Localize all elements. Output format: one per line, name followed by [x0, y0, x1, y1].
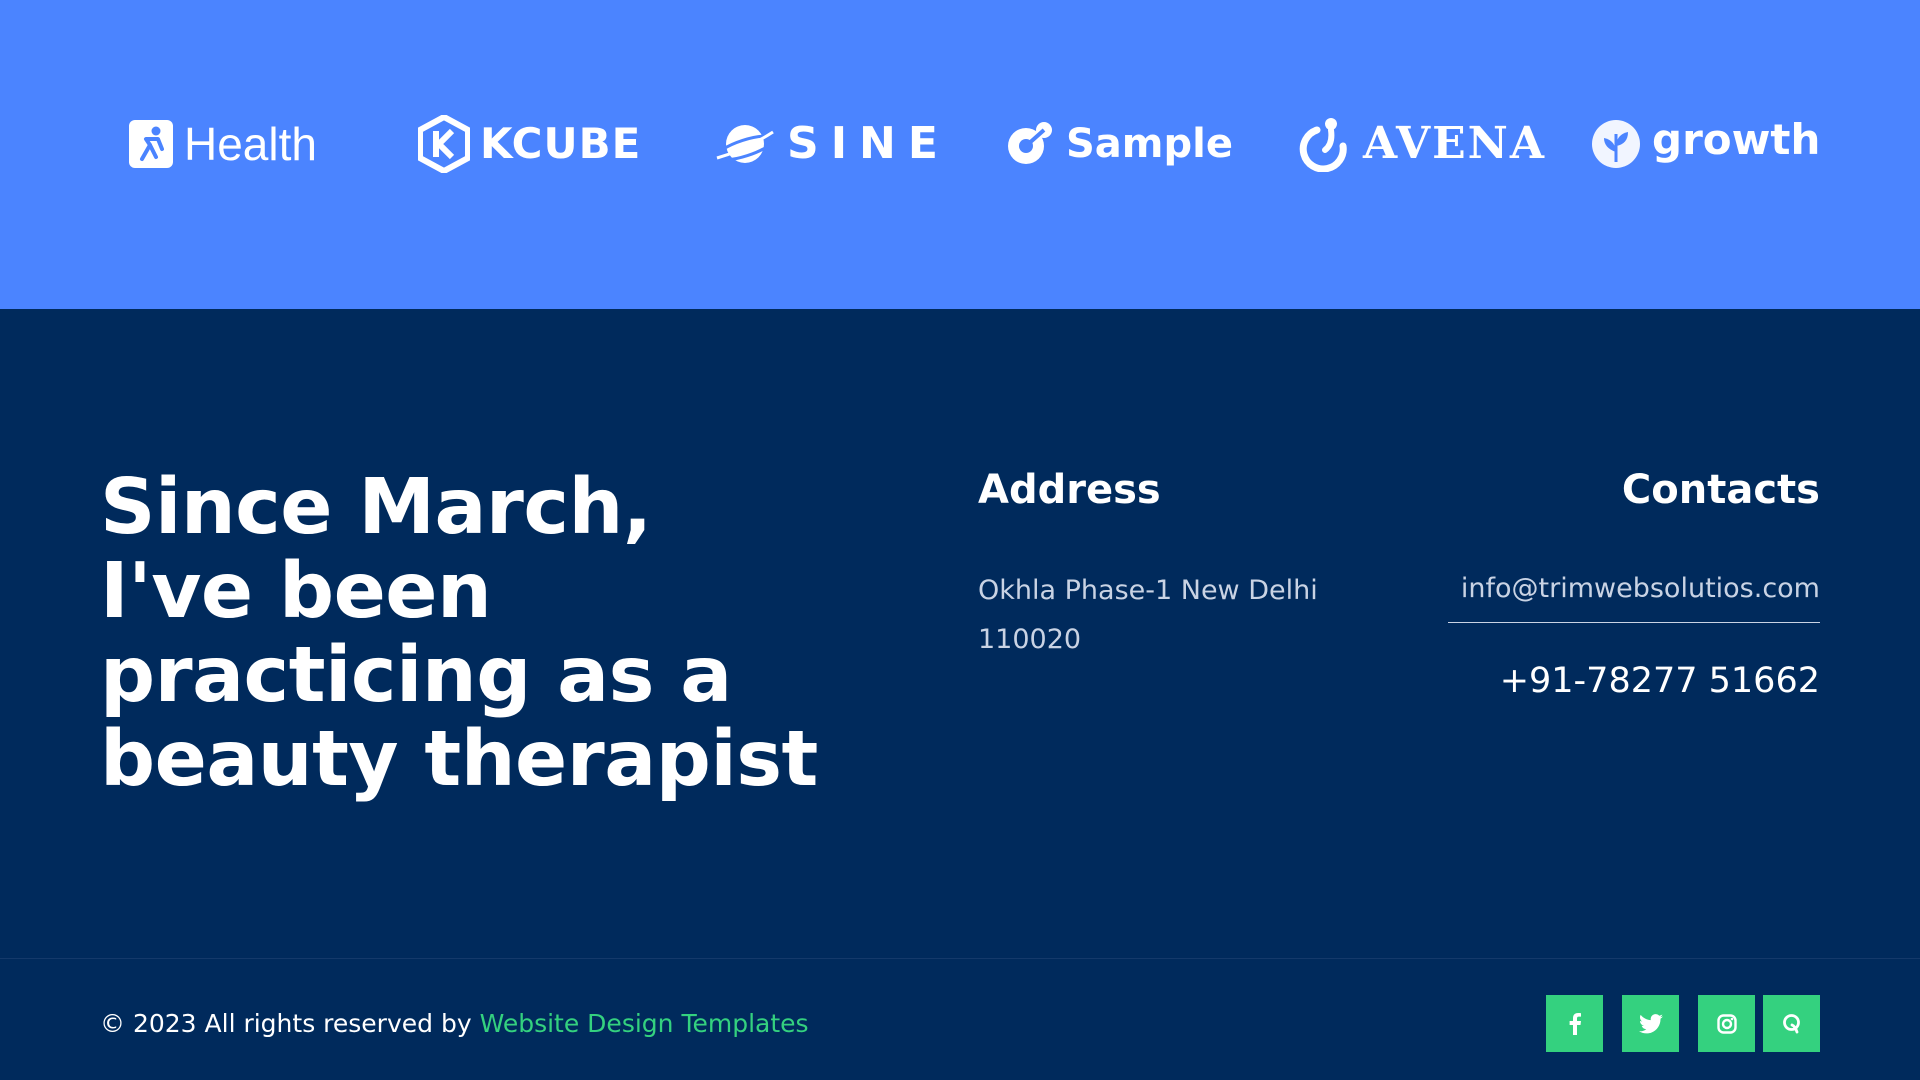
logo-sine: SINE: [713, 112, 950, 176]
email-link[interactable]: info@trimwebsolutios.com: [1448, 566, 1820, 623]
copyright-text: © 2023 All rights reserved by: [100, 1009, 480, 1038]
logo-health: Health: [128, 112, 317, 176]
sample-icon: [1008, 122, 1052, 164]
logo-text: Health: [184, 118, 317, 170]
website-design-templates-link[interactable]: Website Design Templates: [480, 1009, 809, 1038]
logo-text: SINE: [787, 118, 950, 169]
planet-icon: [714, 125, 776, 163]
health-icon: [129, 120, 173, 168]
logo-text: growth: [1652, 115, 1821, 164]
footer-divider: [0, 958, 1920, 959]
logo-sample: Sample: [1004, 112, 1233, 176]
address-text: Okhla Phase-1 New Delhi 110020: [978, 575, 1318, 655]
logo-text: Sample: [1066, 121, 1233, 167]
instagram-icon: [1716, 1013, 1737, 1034]
facebook-button[interactable]: [1546, 995, 1603, 1052]
logo-text: KCUBE: [480, 119, 642, 168]
phone-link[interactable]: +91-78277 51662: [1500, 656, 1820, 706]
footer-headline: Since March, I've been practicing as a b…: [100, 463, 818, 804]
kcube-icon: [418, 115, 470, 173]
quora-icon: [1782, 1013, 1800, 1033]
logo-growth: growth: [1590, 112, 1820, 176]
copyright: © 2023 All rights reserved by Website De…: [100, 1004, 809, 1044]
twitter-button[interactable]: [1622, 995, 1679, 1052]
logo-kcube: KCUBE: [418, 112, 641, 176]
logo-avena: AVENA: [1297, 112, 1546, 176]
twitter-icon: [1638, 1013, 1663, 1033]
quora-button[interactable]: [1763, 995, 1820, 1052]
address-title: Address: [978, 467, 1161, 513]
leaf-icon: [1592, 120, 1640, 168]
partner-logo-strip: Health KCUBE SINE Sample AVENA growth: [0, 0, 1920, 309]
contacts-title: Contacts: [1621, 467, 1820, 513]
facebook-icon: [1569, 1012, 1581, 1035]
instagram-button[interactable]: [1698, 995, 1755, 1052]
logo-text: AVENA: [1363, 118, 1546, 169]
avena-icon: [1299, 118, 1347, 172]
